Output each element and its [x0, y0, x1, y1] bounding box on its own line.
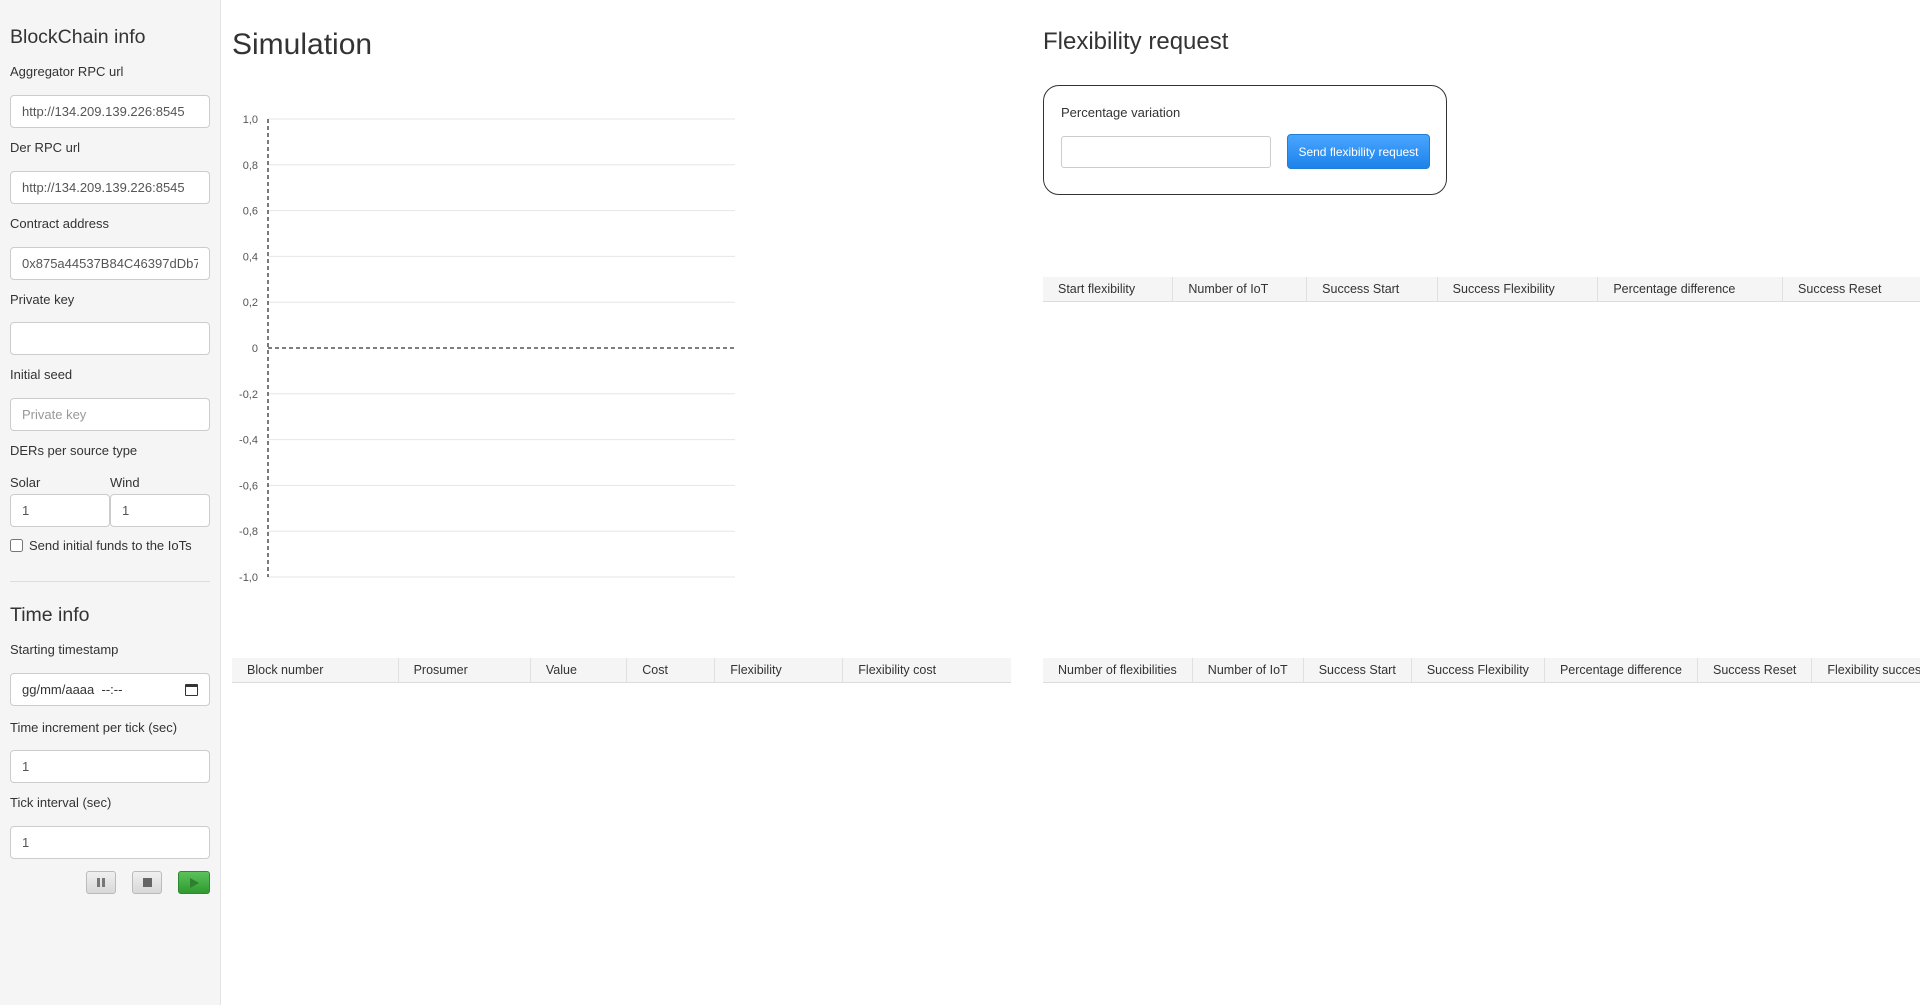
column-header[interactable]: Success Flexibility: [1437, 277, 1599, 302]
sidebar: BlockChain info Aggregator RPC url Der R…: [0, 0, 221, 1005]
column-header[interactable]: Start flexibility: [1043, 277, 1174, 302]
private-key-label: Private key: [10, 292, 75, 307]
flexibility-summary-table: Number of flexibilities Number of IoT Succ…: [1043, 658, 1920, 683]
column-header[interactable]: Percentage difference: [1597, 277, 1784, 302]
play-button[interactable]: [178, 871, 210, 894]
y-tick-label: 0,6: [243, 206, 258, 218]
pause-button[interactable]: [86, 871, 116, 894]
pause-icon: [97, 878, 105, 887]
blockchain-info-heading: BlockChain info: [10, 26, 146, 48]
simulation-table-header: Block number Prosumer Value Cost Flexibility…: [232, 658, 1011, 683]
percentage-variation-label: Percentage variation: [1061, 105, 1181, 120]
starting-timestamp-label: Starting timestamp: [10, 642, 119, 657]
contract-address-label: Contract address: [10, 216, 109, 231]
wind-label: Wind: [110, 475, 140, 490]
y-tick-label: -0,4: [239, 435, 258, 447]
flexibility-summary-table-header: Number of flexibilities Number of IoT Succ…: [1043, 658, 1920, 683]
column-header[interactable]: Cost: [626, 658, 716, 683]
tick-interval-label: Tick interval (sec): [10, 795, 112, 810]
solar-label: Solar: [10, 475, 41, 490]
y-tick-label: 1,0: [243, 114, 258, 126]
column-header[interactable]: Success Reset: [1782, 277, 1920, 302]
simulation-chart: 1,0 0,8 0,6 0,4 0,2 0 -0,2 -0,4 -0,6 -0,8 -1,0: [239, 114, 735, 584]
send-flexibility-request-button[interactable]: Send flexibility request: [1287, 134, 1430, 169]
initial-seed-input[interactable]: [10, 398, 210, 431]
percentage-variation-input[interactable]: [1061, 136, 1271, 168]
flexibility-request-panel: Percentage variation Send flexibility re…: [1043, 85, 1447, 195]
sidebar-divider: [10, 581, 210, 582]
y-tick-label: -0,8: [239, 526, 258, 538]
column-header[interactable]: Success Start: [1303, 658, 1412, 683]
column-header[interactable]: Value: [530, 658, 628, 683]
time-increment-label: Time increment per tick (sec): [10, 720, 178, 735]
column-header[interactable]: Flexibility cost: [842, 658, 1011, 683]
column-header[interactable]: Prosumer: [398, 658, 531, 683]
column-header[interactable]: Success Flexibility: [1411, 658, 1545, 683]
aggregator-rpc-label: Aggregator RPC url: [10, 64, 124, 79]
column-header[interactable]: Number of IoT: [1172, 277, 1308, 302]
time-info-heading: Time info: [10, 604, 90, 626]
der-rpc-input[interactable]: [10, 171, 210, 204]
flexibility-title: Flexibility request: [1043, 28, 1229, 55]
tick-interval-input[interactable]: [10, 826, 210, 859]
solar-input[interactable]: [10, 494, 110, 527]
send-funds-label: Send initial funds to the IoTs: [29, 538, 192, 553]
column-header[interactable]: Number of flexibilities: [1043, 658, 1193, 683]
y-tick-label: 0,8: [243, 160, 258, 172]
ders-per-source-label: DERs per source type: [10, 443, 138, 458]
column-header[interactable]: Block number: [232, 658, 399, 683]
wind-input[interactable]: [110, 494, 210, 527]
simulation-table: Block number Prosumer Value Cost Flexibility…: [232, 658, 1011, 683]
column-header[interactable]: Success Start: [1306, 277, 1438, 302]
send-funds-checkbox[interactable]: [10, 539, 23, 552]
starting-timestamp-value: gg/mm/aaaa --:--: [22, 682, 123, 697]
y-tick-label: -0,2: [239, 389, 258, 401]
time-increment-input[interactable]: [10, 750, 210, 783]
flexibility-table: Start flexibility Number of IoT Success St…: [1043, 277, 1920, 302]
column-header[interactable]: Number of IoT: [1192, 658, 1304, 683]
y-tick-label: -1,0: [239, 572, 258, 584]
starting-timestamp-input[interactable]: gg/mm/aaaa --:--: [10, 673, 210, 706]
column-header[interactable]: Success Reset: [1697, 658, 1813, 683]
aggregator-rpc-input[interactable]: [10, 95, 210, 128]
contract-address-input[interactable]: [10, 247, 210, 280]
column-header[interactable]: Percentage difference: [1544, 658, 1699, 683]
send-funds-row: Send initial funds to the IoTs: [10, 538, 192, 553]
y-tick-label: 0: [252, 343, 258, 355]
private-key-input[interactable]: [10, 322, 210, 355]
y-tick-label: -0,6: [239, 480, 258, 492]
y-tick-label: 0,4: [243, 251, 258, 263]
y-tick-label: 0,2: [243, 297, 258, 309]
calendar-icon[interactable]: [185, 683, 198, 696]
stop-button[interactable]: [132, 871, 162, 894]
simulation-title: Simulation: [232, 28, 373, 61]
stop-icon: [142, 878, 152, 887]
der-rpc-label: Der RPC url: [10, 140, 81, 155]
initial-seed-label: Initial seed: [10, 367, 73, 382]
flexibility-table-header: Start flexibility Number of IoT Success St…: [1043, 277, 1920, 302]
column-header[interactable]: Flexibility success: [1811, 658, 1920, 683]
column-header[interactable]: Flexibility: [714, 658, 844, 683]
play-icon: [189, 877, 199, 888]
